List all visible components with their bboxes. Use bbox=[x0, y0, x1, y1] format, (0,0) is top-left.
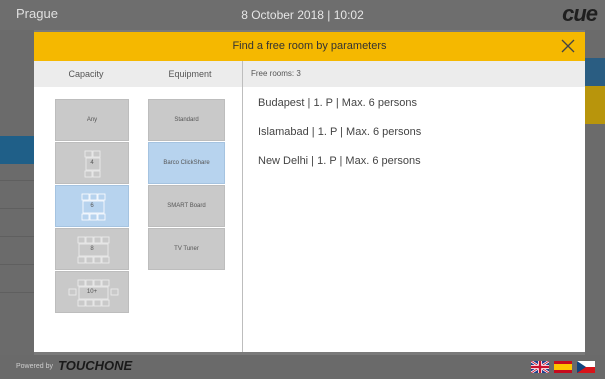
equipment-option-label: SMART Board bbox=[167, 203, 206, 209]
room-item[interactable]: Budapest | 1. P | Max. 6 persons bbox=[258, 97, 417, 109]
capacity-option-8[interactable]: 8 bbox=[55, 228, 129, 270]
capacity-option-6[interactable]: 6 bbox=[55, 185, 129, 227]
equipment-option-label: Barco ClickShare bbox=[163, 160, 210, 166]
equipment-option-barco-clickshare[interactable]: Barco ClickShare bbox=[148, 142, 225, 184]
capacity-option-label: Any bbox=[86, 117, 98, 123]
capacity-option-label: 4 bbox=[90, 160, 94, 166]
close-button[interactable] bbox=[557, 35, 579, 57]
cue-logo: cue bbox=[562, 1, 598, 26]
free-rooms-header: Free rooms: 3 bbox=[243, 61, 585, 87]
equipment-option-label: Standard bbox=[174, 117, 199, 123]
capacity-option-label: 10+ bbox=[86, 289, 98, 295]
equipment-option-tv-tuner[interactable]: TV Tuner bbox=[148, 228, 225, 270]
find-room-dialog: Find a free room by parameters Capacity … bbox=[34, 32, 585, 352]
capacity-option-4[interactable]: 4 bbox=[55, 142, 129, 184]
equipment-option-standard[interactable]: Standard bbox=[148, 99, 225, 141]
background-divider bbox=[0, 292, 34, 293]
top-bar: Prague 8 October 2018 | 10:02 cue bbox=[0, 0, 605, 30]
equipment-option-smart-board[interactable]: SMART Board bbox=[148, 185, 225, 227]
background-divider bbox=[0, 236, 34, 237]
background-divider bbox=[0, 264, 34, 265]
room-item[interactable]: Islamabad | 1. P | Max. 6 persons bbox=[258, 126, 421, 138]
capacity-option-label: 6 bbox=[90, 203, 94, 209]
background-left-panel bbox=[0, 30, 34, 355]
datetime-label: 8 October 2018 | 10:02 bbox=[241, 8, 364, 22]
footer-bar: Powered by TOUCHONE bbox=[0, 355, 605, 379]
touchone-logo: TOUCHONE bbox=[58, 358, 133, 373]
background-right-panel bbox=[585, 30, 605, 355]
capacity-option-10-plus[interactable]: 10+ bbox=[55, 271, 129, 313]
dialog-header: Find a free room by parameters bbox=[34, 32, 585, 61]
equipment-header: Equipment bbox=[138, 61, 242, 87]
uk-flag-icon[interactable] bbox=[531, 361, 549, 373]
capacity-option-label: 8 bbox=[90, 246, 94, 252]
capacity-option-any[interactable]: Any bbox=[55, 99, 129, 141]
background-divider bbox=[0, 208, 34, 209]
background-selected-row bbox=[0, 136, 34, 164]
spain-flag-icon[interactable] bbox=[554, 361, 572, 373]
capacity-header: Capacity bbox=[34, 61, 138, 87]
background-yellow-block bbox=[585, 86, 605, 124]
equipment-option-label: TV Tuner bbox=[174, 246, 199, 252]
room-item[interactable]: New Delhi | 1. P | Max. 6 persons bbox=[258, 155, 421, 167]
powered-by-label: Powered by bbox=[16, 363, 53, 370]
filter-pane: Capacity Equipment Any 4 6 8 10+ Standar… bbox=[34, 61, 243, 352]
free-rooms-count: Free rooms: 3 bbox=[251, 69, 301, 78]
dialog-title: Find a free room by parameters bbox=[232, 40, 387, 52]
background-divider bbox=[0, 180, 34, 181]
czech-flag-icon[interactable] bbox=[577, 361, 595, 373]
results-pane: Free rooms: 3 Budapest | 1. P | Max. 6 p… bbox=[243, 61, 585, 352]
close-icon bbox=[561, 39, 575, 53]
